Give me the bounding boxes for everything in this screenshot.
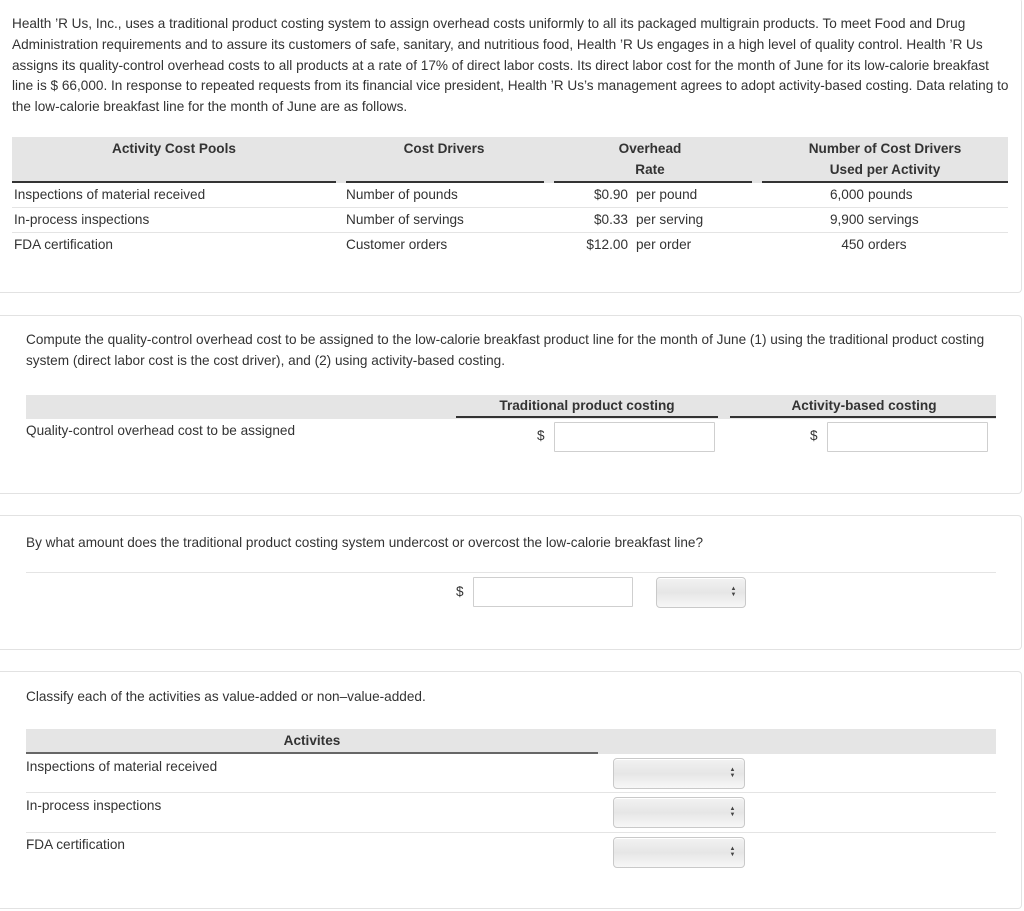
header-activity-based-costing: Activity-based costing xyxy=(791,398,937,413)
header-count-line2: Used per Activity xyxy=(829,161,941,177)
undercost-overcost-select[interactable]: ▲ ▼ xyxy=(656,577,746,608)
activity-driver-count: 450 xyxy=(841,237,864,252)
select-arrows-icon: ▲ ▼ xyxy=(729,846,736,858)
classify-row-label: In-process inspections xyxy=(26,798,162,813)
header-overhead-rate-line1: Overhead xyxy=(618,141,682,156)
question-undercost-prompt: By what amount does the traditional prod… xyxy=(26,535,704,550)
activity-pool: FDA certification xyxy=(14,237,113,252)
activity-row: FDA certification Customer orders $12.00… xyxy=(12,233,1008,258)
classify-select-inspections-material[interactable]: ▲ ▼ xyxy=(613,758,745,789)
header-cost-driver-count: Number of Cost Drivers Used per Activity xyxy=(762,139,1008,180)
classify-table-header: Activites xyxy=(26,729,996,754)
activity-rate: $0.33 xyxy=(593,212,628,227)
header-activity-cost-pools: Activity Cost Pools xyxy=(112,141,236,156)
header-count-line1: Number of Cost Drivers xyxy=(808,141,962,156)
activity-rate: $12.00 xyxy=(586,237,628,252)
header-activities: Activites xyxy=(283,733,341,748)
activity-driver: Customer orders xyxy=(346,237,448,252)
header-overhead-rate: Overhead Rate xyxy=(546,139,754,180)
header-traditional-costing: Traditional product costing xyxy=(499,398,675,413)
activity-based-costing-input[interactable] xyxy=(827,422,988,452)
activity-driver-count-unit: servings xyxy=(868,212,919,227)
classify-row-label: FDA certification xyxy=(26,837,125,852)
activity-row: In-process inspections Number of serving… xyxy=(12,208,1008,233)
activity-pool: Inspections of material received xyxy=(14,187,206,202)
header-rule xyxy=(456,416,718,418)
activity-row: Inspections of material received Number … xyxy=(12,183,1008,208)
classify-row-label: Inspections of material received xyxy=(26,759,218,774)
activity-driver-count: 9,900 xyxy=(829,212,864,227)
overhead-row-label: Quality-control overhead cost to be assi… xyxy=(26,423,296,438)
activity-driver: Number of pounds xyxy=(346,187,458,202)
header-rule xyxy=(730,416,996,418)
activity-rate-unit: per serving xyxy=(636,212,704,227)
activity-rate-unit: per order xyxy=(636,237,692,252)
divider xyxy=(26,572,996,573)
select-arrows-icon: ▲ ▼ xyxy=(729,767,736,779)
traditional-costing-input[interactable] xyxy=(554,422,715,452)
activity-driver-count-unit: pounds xyxy=(868,187,913,202)
currency-symbol: $ xyxy=(537,428,545,443)
activity-table-header: Activity Cost Pools Cost Drivers Overhea… xyxy=(12,137,1008,183)
activity-driver: Number of servings xyxy=(346,212,464,227)
question-classify-prompt: Classify each of the activities as value… xyxy=(26,689,426,704)
header-overhead-rate-line2: Rate xyxy=(635,161,665,177)
divider xyxy=(26,792,996,793)
question-overhead-cost-prompt: Compute the quality-control overhead cos… xyxy=(26,332,985,368)
undercost-amount-input[interactable] xyxy=(473,577,633,607)
header-cost-drivers: Cost Drivers xyxy=(403,141,485,156)
classify-select-in-process-inspections[interactable]: ▲ ▼ xyxy=(613,797,745,828)
divider xyxy=(26,832,996,833)
currency-symbol: $ xyxy=(810,428,818,443)
activity-rate: $0.90 xyxy=(593,187,628,202)
activity-driver-count: 6,000 xyxy=(829,187,864,202)
header-rule xyxy=(26,752,598,754)
select-arrows-icon: ▲ ▼ xyxy=(729,806,736,818)
select-arrows-icon: ▲ ▼ xyxy=(730,586,737,598)
activity-rate-unit: per pound xyxy=(636,187,698,202)
currency-symbol: $ xyxy=(456,584,464,599)
problem-intro-text: Health ’R Us, Inc., uses a traditional p… xyxy=(12,16,1009,115)
classify-select-fda-certification[interactable]: ▲ ▼ xyxy=(613,837,745,868)
activity-driver-count-unit: orders xyxy=(868,237,907,252)
activity-pool: In-process inspections xyxy=(14,212,150,227)
